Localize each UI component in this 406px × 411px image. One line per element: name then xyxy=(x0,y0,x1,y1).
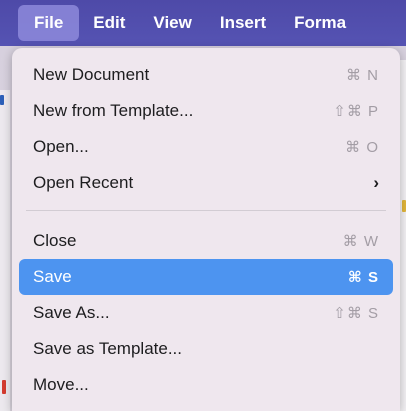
menu-item-new-document[interactable]: New Document ⌘ N xyxy=(19,57,393,93)
background-mark xyxy=(2,380,6,394)
menubar-item-edit[interactable]: Edit xyxy=(79,5,139,41)
file-menu: New Document ⌘ N New from Template... ⇧⌘… xyxy=(12,48,400,411)
menu-item-shortcut: ⌘ O xyxy=(345,139,379,156)
menu-item-shortcut: ⌘ W xyxy=(342,233,379,250)
menu-item-label: New Document xyxy=(33,65,150,84)
menubar-item-view[interactable]: View xyxy=(139,5,205,41)
menu-item-close[interactable]: Close ⌘ W xyxy=(19,223,393,259)
menu-item-save-as[interactable]: Save As... ⇧⌘ S xyxy=(19,295,393,331)
menu-item-save-as-template[interactable]: Save as Template... xyxy=(19,331,393,367)
chevron-right-icon: › xyxy=(373,173,379,192)
menu-item-label: New from Template... xyxy=(33,101,194,120)
background-mark xyxy=(402,200,406,212)
background-window-edge-right xyxy=(400,60,406,411)
menu-item-open[interactable]: Open... ⌘ O xyxy=(19,129,393,165)
menu-item-label: Save xyxy=(33,267,72,286)
menu-item-shortcut: ⇧⌘ P xyxy=(333,103,379,120)
background-window-edge-left xyxy=(0,90,10,411)
menu-item-new-from-template[interactable]: New from Template... ⇧⌘ P xyxy=(19,93,393,129)
menu-item-label: Open Recent xyxy=(33,173,134,192)
menu-item-label: Close xyxy=(33,231,77,250)
menu-item-move[interactable]: Move... xyxy=(19,367,393,403)
menu-item-open-recent[interactable]: Open Recent › xyxy=(19,165,393,201)
menubar-item-format[interactable]: Forma xyxy=(280,5,360,41)
menu-item-shortcut: ⌘ N xyxy=(346,67,379,84)
menu-bar: File Edit View Insert Forma xyxy=(0,0,406,46)
menu-item-label: Open... xyxy=(33,137,89,156)
menubar-item-insert[interactable]: Insert xyxy=(206,5,280,41)
menu-item-label: Save as Template... xyxy=(33,339,182,358)
menu-item-shortcut: ⇧⌘ S xyxy=(333,305,379,322)
menu-item-label: Move... xyxy=(33,375,89,394)
menu-item-label: Save As... xyxy=(33,303,110,322)
menu-item-save[interactable]: Save ⌘ S xyxy=(19,259,393,295)
menu-item-shortcut: ⌘ S xyxy=(347,269,379,286)
menubar-item-file[interactable]: File xyxy=(18,5,80,41)
menu-separator xyxy=(26,210,386,211)
background-mark xyxy=(0,95,4,105)
